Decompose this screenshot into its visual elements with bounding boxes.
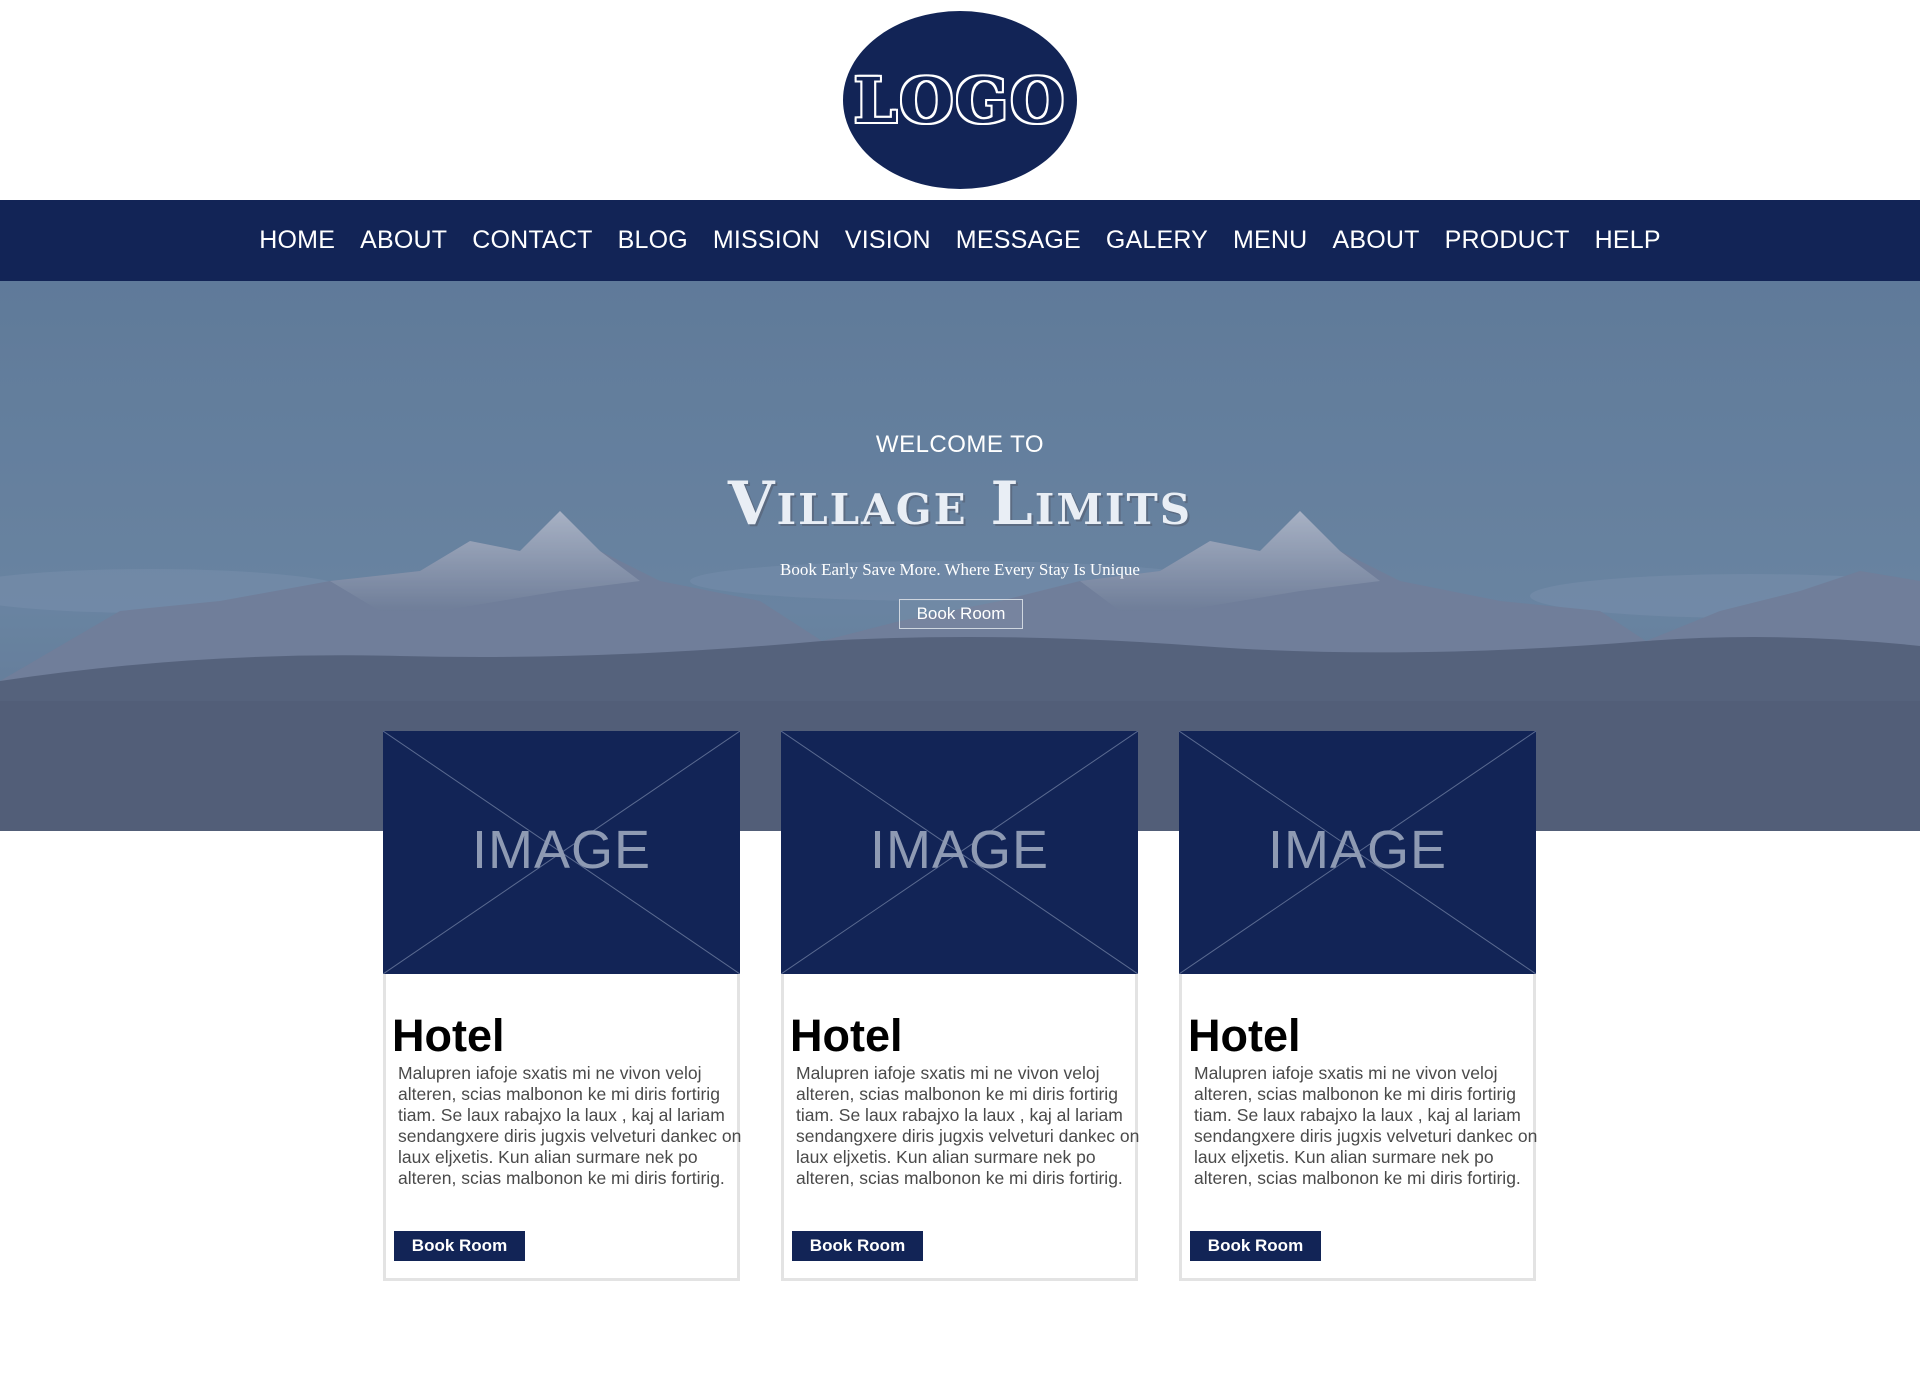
logo-text: LOGO xyxy=(853,63,1067,137)
nav-item-help[interactable]: HELP xyxy=(1582,226,1673,255)
nav-item-contact[interactable]: CONTACT xyxy=(460,226,605,255)
hotel-card: IMAGE Hotel Malupren iafoje sxatis mi ne… xyxy=(1179,731,1538,1281)
hero-welcome-text: WELCOME TO xyxy=(875,431,1045,458)
card-book-room-button[interactable]: Book Room xyxy=(1190,1231,1321,1261)
nav-item-product[interactable]: PRODUCT xyxy=(1432,226,1582,255)
card-description: Malupren iafoje sxatis mi ne vivon veloj… xyxy=(1194,1063,1538,1188)
card-image-placeholder: IMAGE xyxy=(781,731,1138,974)
nav-item-galery[interactable]: GALERY xyxy=(1093,226,1220,255)
nav-item-vision[interactable]: VISION xyxy=(832,226,943,255)
hero-book-room-button[interactable]: Book Room xyxy=(899,599,1023,629)
logo[interactable]: LOGO xyxy=(843,11,1077,189)
nav-item-home[interactable]: HOME xyxy=(247,226,348,255)
hotel-card: IMAGE Hotel Malupren iafoje sxatis mi ne… xyxy=(383,731,742,1281)
card-image-placeholder: IMAGE xyxy=(383,731,740,974)
card-title: Hotel xyxy=(392,1010,505,1061)
card-image-label: IMAGE xyxy=(869,820,1050,880)
card-book-room-button[interactable]: Book Room xyxy=(394,1231,525,1261)
nav-item-mission[interactable]: MISSION xyxy=(700,226,832,255)
card-image-label: IMAGE xyxy=(1267,820,1448,880)
card-image-placeholder: IMAGE xyxy=(1179,731,1536,974)
nav-item-menu[interactable]: MENU xyxy=(1221,226,1320,255)
nav-item-message[interactable]: MESSAGE xyxy=(943,226,1093,255)
nav-item-about-2[interactable]: ABOUT xyxy=(1320,226,1432,255)
hero-title: Village Limits xyxy=(727,469,1193,539)
card-title: Hotel xyxy=(1188,1010,1301,1061)
site-header: LOGO xyxy=(0,0,1920,200)
card-book-room-button[interactable]: Book Room xyxy=(792,1231,923,1261)
card-title: Hotel xyxy=(790,1010,903,1061)
hero-subtitle: Book Early Save More. Where Every Stay I… xyxy=(780,560,1140,579)
card-description: Malupren iafoje sxatis mi ne vivon veloj… xyxy=(398,1063,742,1188)
hotel-card: IMAGE Hotel Malupren iafoje sxatis mi ne… xyxy=(781,731,1140,1281)
card-description: Malupren iafoje sxatis mi ne vivon veloj… xyxy=(796,1063,1140,1188)
nav-item-about[interactable]: ABOUT xyxy=(348,226,460,255)
card-image-label: IMAGE xyxy=(471,820,652,880)
nav-item-blog[interactable]: BLOG xyxy=(605,226,700,255)
main-nav: HOME ABOUT CONTACT BLOG MISSION VISION M… xyxy=(0,200,1920,281)
